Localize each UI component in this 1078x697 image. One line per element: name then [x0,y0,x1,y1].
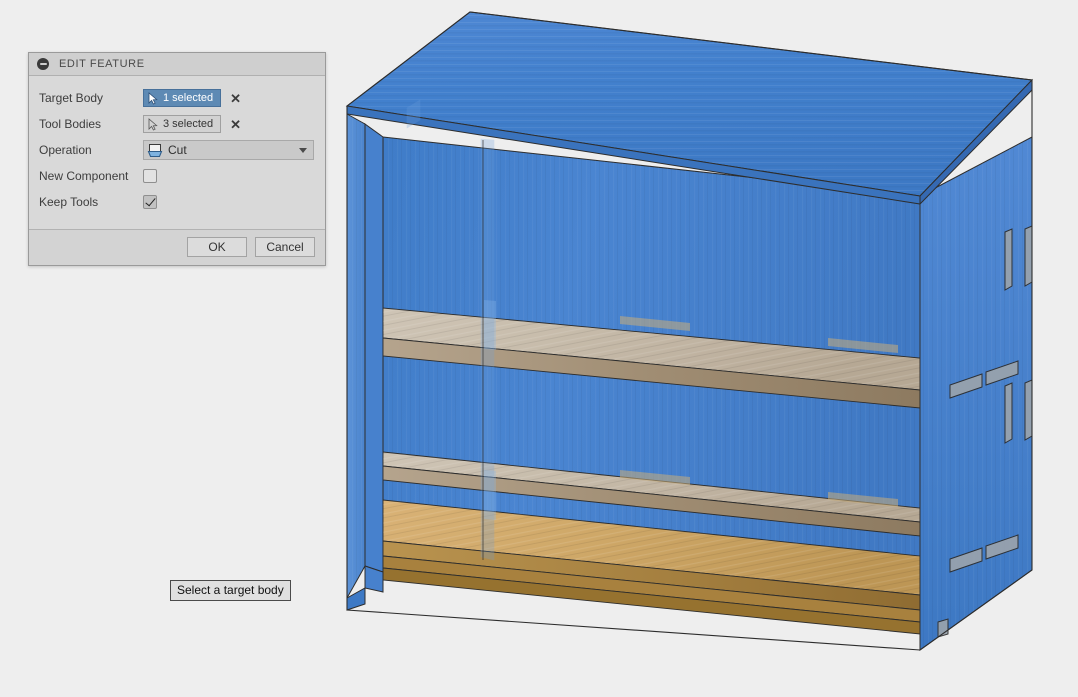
clear-target-body-icon[interactable]: ✕ [230,92,241,105]
control-operation: Cut [143,140,315,160]
row-new-component: New Component [29,163,325,189]
label-operation: Operation [39,143,92,157]
cursor-arrow-icon [148,91,159,105]
label-target-body: Target Body [39,91,104,105]
control-new-component [143,169,315,183]
label-keep-tools: Keep Tools [39,195,99,209]
tool-bodies-selection-chip[interactable]: 3 selected [143,115,222,133]
operation-dropdown[interactable]: Cut [143,140,314,160]
chevron-down-icon[interactable] [299,147,307,153]
control-tool-bodies: 3 selected ✕ [143,115,315,133]
clear-tool-bodies-icon[interactable]: ✕ [230,118,241,131]
collapse-circle-icon[interactable] [37,58,49,70]
label-tool-bodies: Tool Bodies [39,117,102,131]
target-body-selection-chip[interactable]: 1 selected [143,89,222,107]
edit-feature-dialog[interactable]: EDIT FEATURE Target Body 1 selected ✕ To… [28,52,326,266]
tool-bodies-selection-text: 3 selected [163,118,214,130]
dialog-title: EDIT FEATURE [59,58,145,70]
target-body-selection-text: 1 selected [163,92,214,104]
row-target-body: Target Body 1 selected ✕ [29,85,325,111]
dialog-footer: OK Cancel [29,229,325,265]
cursor-arrow-icon [148,117,159,131]
dialog-titlebar[interactable]: EDIT FEATURE [29,53,325,76]
keep-tools-checkbox[interactable] [143,195,157,209]
ok-button[interactable]: OK [187,237,247,257]
cut-operation-icon [147,143,163,158]
row-tool-bodies: Tool Bodies 3 selected ✕ [29,111,325,137]
operation-value: Cut [168,143,187,157]
row-operation: Operation Cut [29,137,325,163]
control-target-body: 1 selected ✕ [143,89,315,107]
control-keep-tools [143,195,315,209]
row-keep-tools: Keep Tools [29,189,325,215]
cancel-button[interactable]: Cancel [255,237,315,257]
status-tooltip: Select a target body [170,580,291,601]
label-new-component: New Component [39,169,129,183]
dialog-body: Target Body 1 selected ✕ Tool Bodies 3 s… [29,76,325,229]
new-component-checkbox[interactable] [143,169,157,183]
